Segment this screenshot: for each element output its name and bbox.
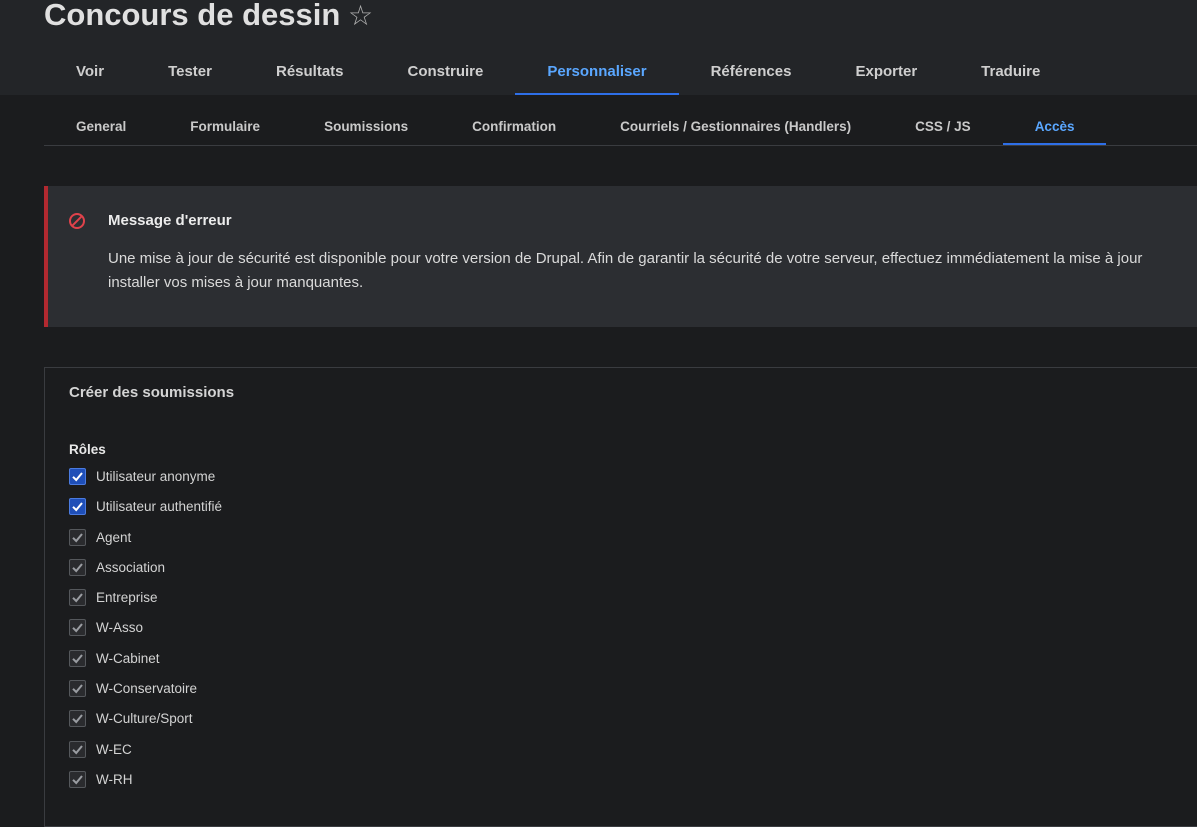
role-label[interactable]: Utilisateur anonyme [96,468,215,485]
role-checkbox [69,740,86,758]
tab-traduire[interactable]: Traduire [949,50,1072,95]
role-checkbox [69,619,86,637]
role-label: Association [96,559,166,575]
error-icon [69,213,85,229]
role-checkbox [69,649,86,667]
role-checkbox [69,710,86,728]
role-item[interactable]: Utilisateur authentifié [69,498,222,528]
checkmark-icon [72,593,83,603]
role-label: Agent [96,529,132,545]
role-checkbox [69,558,86,576]
role-checkbox [69,528,86,546]
role-item: W-Asso [69,619,222,649]
subtab-courriels-handlers[interactable]: Courriels / Gestionnaires (Handlers) [588,111,883,145]
subtab-general[interactable]: General [44,111,158,145]
subtab-formulaire[interactable]: Formulaire [158,111,292,145]
role-label: W-EC [96,741,132,757]
checkmark-icon [72,472,83,482]
error-title: Message d'erreur [108,212,232,229]
roles-label: Rôles [69,442,106,457]
role-label: W-Conservatoire [96,681,198,697]
role-checkbox [69,589,86,607]
tab-personnaliser[interactable]: Personnaliser [515,50,679,95]
checkmark-icon [72,563,83,573]
role-checkbox[interactable] [69,468,86,485]
subtab-confirmation[interactable]: Confirmation [440,111,588,145]
subtab-css-js[interactable]: CSS / JS [883,111,1003,145]
role-checkbox [69,770,86,788]
role-label: W-Culture/Sport [96,711,193,727]
tab-voir[interactable]: Voir [44,50,136,95]
checkmark-icon [72,714,83,724]
tab-tester[interactable]: Tester [136,50,244,95]
primary-tabs: Voir Tester Résultats Construire Personn… [44,50,1072,95]
create-submissions-fieldset: Créer des soumissions Rôles Utilisateur … [44,367,1197,827]
role-item: W-Conservatoire [69,680,222,710]
tab-exporter[interactable]: Exporter [823,50,949,95]
checkmark-icon [72,532,83,543]
role-item: W-EC [69,740,222,771]
fieldset-legend[interactable]: Créer des soumissions [69,384,234,401]
error-body: Une mise à jour de sécurité est disponib… [108,250,1143,291]
star-icon[interactable]: ☆ [348,0,373,32]
role-label: W-RH [96,771,133,787]
secondary-tabs: General Formulaire Soumissions Confirmat… [44,111,1197,146]
role-label[interactable]: Utilisateur authentifié [96,498,222,515]
tab-construire[interactable]: Construire [376,50,516,95]
tab-resultats[interactable]: Résultats [244,50,376,95]
role-item: W-Culture/Sport [69,710,222,740]
page-title: Concours de dessin [44,0,341,32]
role-label: W-Cabinet [96,650,160,666]
role-checkbox[interactable] [69,498,86,516]
subtab-acces[interactable]: Accès [1002,111,1107,145]
role-item: Agent [69,528,222,559]
role-label: W-Asso [96,620,144,636]
checkmark-icon [72,684,83,694]
role-item: W-RH [69,770,222,801]
subtab-soumissions[interactable]: Soumissions [292,111,440,145]
checkmark-icon [72,654,83,664]
roles-list: Utilisateur anonyme Utilisateur authentif… [69,468,222,801]
checkmark-icon [72,502,83,512]
role-label: Entreprise [96,590,158,606]
error-message: Message d'erreur Une mise à jour de sécu… [44,186,1197,327]
checkmark-icon [72,623,83,633]
checkmark-icon [72,775,83,785]
header: Concours de dessin ☆ Voir Tester Résulta… [0,0,1197,95]
role-item: Association [69,558,222,589]
tab-references[interactable]: Références [679,50,824,95]
checkmark-icon [72,745,83,755]
role-item: Entreprise [69,589,222,619]
role-checkbox [69,680,86,698]
role-item: W-Cabinet [69,649,222,680]
role-item[interactable]: Utilisateur anonyme [69,468,222,498]
